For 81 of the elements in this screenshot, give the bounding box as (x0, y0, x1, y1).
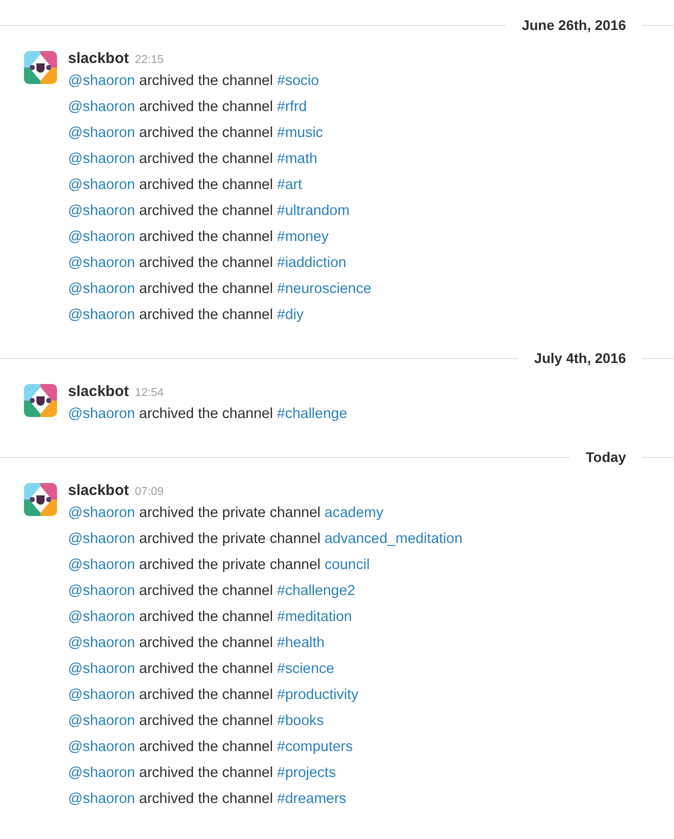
channel-link[interactable]: advanced_meditation (324, 531, 462, 547)
mention-link[interactable]: @shaoron (68, 255, 136, 271)
channel-link[interactable]: #math (277, 151, 318, 167)
avatar-icon (24, 384, 57, 417)
mention-link[interactable]: @shaoron (68, 177, 136, 193)
author-name: slackbot (68, 482, 129, 499)
date-label: July 4th, 2016 (533, 350, 627, 366)
mention-link[interactable]: @shaoron (68, 583, 136, 599)
message-text: @shaoron archived the channel #money (68, 228, 330, 247)
channel-link[interactable]: academy (324, 505, 384, 521)
mention-link[interactable]: @shaoron (68, 151, 136, 167)
message-text: @shaoron archived the private channel advanced_meditation (68, 530, 462, 549)
mention-link[interactable]: @shaoron (68, 406, 136, 422)
channel-link[interactable]: #diy (277, 307, 304, 323)
message-text: @shaoron archived the private channel academy (68, 504, 384, 523)
date-label: June 26th, 2016 (520, 17, 627, 33)
channel-link[interactable]: #rfrd (277, 99, 307, 115)
message-text: @shaoron archived the channel #iaddiction (68, 254, 348, 273)
message-text: @shaoron archived the channel #meditation (68, 608, 353, 627)
mention-link[interactable]: @shaoron (68, 687, 136, 703)
message-text: @shaoron archived the channel #diy (68, 306, 305, 325)
channel-link[interactable]: #challenge (277, 406, 348, 422)
channel-link[interactable]: #money (277, 229, 329, 245)
message-text: @shaoron archived the channel #socio (68, 72, 320, 91)
message-text: @shaoron archived the channel #science (68, 660, 336, 679)
channel-link[interactable]: #socio (277, 73, 319, 89)
channel-link[interactable]: #meditation (277, 609, 352, 625)
message-text: @shaoron archived the channel #health (68, 634, 326, 653)
channel-link[interactable]: #science (277, 661, 334, 677)
channel-link[interactable]: #ultrandom (277, 203, 350, 219)
message-text: @shaoron archived the channel #math (68, 150, 318, 169)
channel-link[interactable]: #neuroscience (277, 281, 372, 297)
channel-link[interactable]: #challenge2 (277, 583, 356, 599)
mention-link[interactable]: @shaoron (68, 765, 136, 781)
message-text: @shaoron archived the channel #dreamers (68, 790, 348, 809)
message-text: @shaoron archived the channel #challenge (68, 405, 348, 424)
channel-link[interactable]: #dreamers (277, 791, 346, 807)
mention-link[interactable]: @shaoron (68, 635, 136, 651)
mention-link[interactable]: @shaoron (68, 557, 136, 573)
mention-link[interactable]: @shaoron (68, 609, 136, 625)
channel-link[interactable]: #projects (277, 765, 336, 781)
mention-link[interactable]: @shaoron (68, 125, 136, 141)
timestamp: 07:09 (134, 486, 164, 498)
channel-link[interactable]: #books (277, 713, 324, 729)
mention-link[interactable]: @shaoron (68, 99, 136, 115)
message-text: @shaoron archived the channel #music (68, 124, 324, 143)
mention-link[interactable]: @shaoron (68, 739, 136, 755)
mention-link[interactable]: @shaoron (68, 505, 136, 521)
message-text: @shaoron archived the channel #art (68, 176, 303, 195)
message-text: @shaoron archived the channel #neuroscience (68, 280, 372, 299)
mention-link[interactable]: @shaoron (68, 713, 136, 729)
channel-link[interactable]: #health (277, 635, 325, 651)
message-text: @shaoron archived the channel #challenge2 (68, 582, 356, 601)
message-text: @shaoron archived the channel #rfrd (68, 98, 308, 117)
message-text: @shaoron archived the channel #computers (68, 738, 354, 757)
mention-link[interactable]: @shaoron (68, 307, 136, 323)
channel-link[interactable]: #iaddiction (277, 255, 346, 271)
message-text: @shaoron archived the channel #projects (68, 764, 337, 783)
mention-link[interactable]: @shaoron (68, 531, 136, 547)
channel-link[interactable]: council (324, 557, 370, 573)
mention-link[interactable]: @shaoron (68, 229, 136, 245)
author-name: slackbot (68, 383, 129, 400)
mention-link[interactable]: @shaoron (68, 203, 136, 219)
mention-link[interactable]: @shaoron (68, 791, 136, 807)
message-text: @shaoron archived the channel #productivity (68, 686, 360, 705)
message-text: @shaoron archived the private channel council (68, 556, 371, 575)
timestamp: 22:15 (134, 54, 164, 66)
mention-link[interactable]: @shaoron (68, 661, 136, 677)
author-name: slackbot (68, 50, 129, 67)
avatar-icon (24, 51, 57, 84)
channel-link[interactable]: #computers (277, 739, 353, 755)
mention-link[interactable]: @shaoron (68, 73, 136, 89)
message-text: @shaoron archived the channel #books (68, 712, 325, 731)
mention-link[interactable]: @shaoron (68, 281, 136, 297)
timestamp: 12:54 (134, 387, 164, 399)
date-label: Today (584, 449, 627, 465)
channel-link[interactable]: #music (277, 125, 323, 141)
message-text: @shaoron archived the channel #ultrandom (68, 202, 351, 221)
avatar-icon (24, 483, 57, 516)
channel-link[interactable]: #art (277, 177, 302, 193)
channel-link[interactable]: #productivity (277, 687, 358, 703)
